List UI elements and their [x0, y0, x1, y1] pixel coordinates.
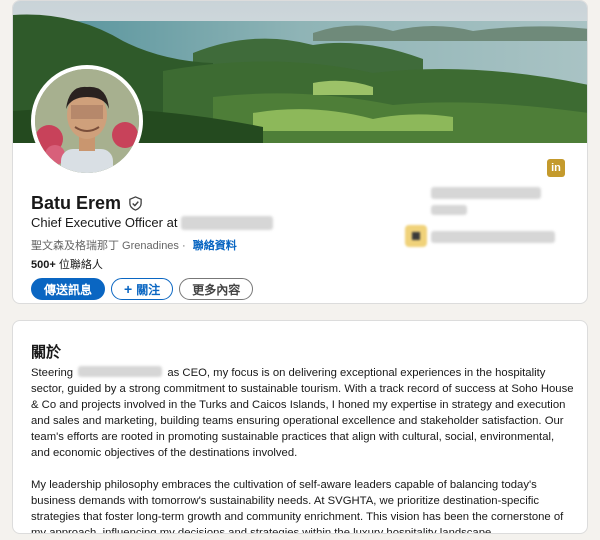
redacted-position	[431, 187, 541, 199]
about-card: 關於 Steering as CEO, my focus is on deliv…	[12, 320, 588, 534]
headline-text: Chief Executive Officer at	[31, 215, 178, 230]
about-para1-start: Steering	[31, 367, 74, 379]
about-paragraph-1: Steering as CEO, my focus is on deliveri…	[31, 365, 576, 461]
more-button[interactable]: 更多內容	[179, 278, 254, 300]
profile-card: in Batu Erem Chief Executive Officer at …	[12, 0, 588, 304]
location-row: 聖文森及格瑞那丁 Grenadines · 聯絡資料	[31, 240, 237, 252]
follow-button-label: 關注	[136, 282, 161, 297]
about-paragraph-2: My leadership philosophy embraces the cu…	[31, 479, 564, 534]
about-para1-rest: as CEO, my focus is on delivering except…	[31, 367, 574, 459]
profile-headline: Chief Executive Officer at	[31, 215, 274, 230]
avatar[interactable]	[31, 65, 143, 177]
connections-suffix: 位聯絡人	[58, 259, 103, 271]
plus-icon: +	[124, 281, 133, 297]
redacted-company	[181, 215, 274, 230]
location-text: 聖文森及格瑞那丁 Grenadines	[31, 240, 179, 252]
linkedin-icon[interactable]: in	[547, 159, 565, 177]
message-button[interactable]: 傳送訊息	[31, 278, 106, 300]
connections-count[interactable]: 500+ 位聯絡人	[31, 256, 103, 272]
redacted-education	[431, 231, 555, 243]
profile-name: Batu Erem	[31, 193, 122, 213]
connections-number: 500+	[31, 259, 56, 271]
more-button-label: 更多內容	[192, 282, 241, 297]
contact-info-link[interactable]: 聯絡資料	[193, 240, 237, 252]
redacted-position-sub	[431, 205, 467, 215]
company-logo	[405, 225, 427, 247]
follow-button[interactable]: + 關注	[111, 278, 174, 300]
message-button-label: 傳送訊息	[44, 282, 93, 297]
shield-check-icon[interactable]	[128, 196, 143, 211]
action-buttons: 傳送訊息 + 關注 更多內容	[31, 278, 254, 300]
name-row: Batu Erem	[31, 193, 143, 214]
about-body: Steering as CEO, my focus is on deliveri…	[31, 365, 576, 534]
redacted-company-inline	[78, 366, 163, 377]
about-title: 關於	[31, 344, 62, 361]
